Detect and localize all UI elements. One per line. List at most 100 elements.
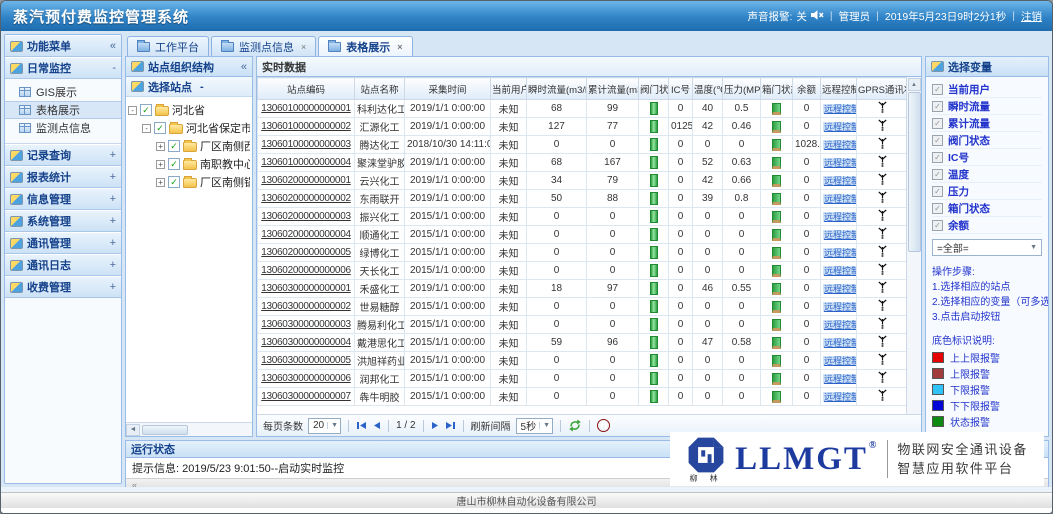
column-header[interactable]: 阀门状态 (639, 78, 669, 100)
remote-control-link[interactable]: 远程控制 (823, 266, 857, 276)
checkbox-checked-icon[interactable]: ✓ (932, 203, 943, 214)
variable-checkbox-row[interactable]: ✓ 压力 (932, 183, 1042, 200)
remote-control-link[interactable]: 远程控制 (823, 248, 857, 258)
tree-expander-icon[interactable]: - (128, 106, 137, 115)
refresh-interval-select[interactable]: 5秒 ▼ (516, 418, 554, 434)
checkbox-checked-icon[interactable]: ✓ (932, 101, 943, 112)
station-code-link[interactable]: 13060300000000003 (258, 316, 355, 334)
column-header[interactable]: 采集时间 (405, 78, 491, 100)
tree-expander-icon[interactable]: + (156, 178, 165, 187)
per-page-select[interactable]: 20 ▼ (308, 418, 341, 434)
tree-checkbox[interactable]: ✓ (154, 122, 166, 134)
checkbox-checked-icon[interactable]: ✓ (932, 169, 943, 180)
next-page-button[interactable] (431, 421, 440, 430)
tree-expander-icon[interactable]: - (142, 124, 151, 133)
variable-checkbox-row[interactable]: ✓ 累计流量 (932, 115, 1042, 132)
station-code-link[interactable]: 13060300000000004 (258, 334, 355, 352)
remote-control-link[interactable]: 远程控制 (823, 122, 857, 132)
column-header[interactable]: 远程控制 (821, 78, 857, 100)
station-code-link[interactable]: 13060100000000002 (258, 118, 355, 136)
scroll-up-icon[interactable]: ▲ (908, 78, 921, 91)
column-header[interactable]: 余额 (793, 78, 821, 100)
remote-control-link[interactable]: 远程控制 (823, 302, 857, 312)
column-header[interactable]: 当前用户 (491, 78, 527, 100)
remote-control-link[interactable]: 远程控制 (823, 212, 857, 222)
filter-select[interactable]: =全部= ▼ (932, 239, 1042, 256)
station-code-link[interactable]: 13060100000000003 (258, 136, 355, 154)
remote-control-link[interactable]: 远程控制 (823, 374, 857, 384)
station-code-link[interactable]: 13060200000000001 (258, 172, 355, 190)
tree-node-group[interactable]: + ✓ 厂区南侧锅炉汽包 (128, 173, 250, 191)
station-code-link[interactable]: 13060200000000005 (258, 244, 355, 262)
sidebar-section[interactable]: 通讯管理 + (5, 232, 121, 254)
tree-horizontal-scrollbar[interactable]: ◄ (126, 422, 252, 436)
tab-close-icon[interactable]: × (397, 42, 402, 52)
variable-checkbox-row[interactable]: ✓ 余额 (932, 217, 1042, 234)
column-header[interactable]: 站点编码 (258, 78, 355, 100)
variable-checkbox-row[interactable]: ✓ IC号 (932, 149, 1042, 166)
section-expand-icon[interactable]: + (110, 237, 116, 249)
sidebar-section[interactable]: 报表统计 + (5, 166, 121, 188)
station-code-link[interactable]: 13060200000000003 (258, 208, 355, 226)
column-header[interactable]: 站点名称 (355, 78, 405, 100)
column-header[interactable]: 压力(MPa) (723, 78, 761, 100)
sidebar-collapse-icon[interactable]: « (110, 40, 116, 52)
remote-control-link[interactable]: 远程控制 (823, 284, 857, 294)
section-expand-icon[interactable]: + (110, 281, 116, 293)
tree-node-group[interactable]: + ✓ 南职教中心汽包 (128, 155, 250, 173)
column-header[interactable]: 温度(℃) (693, 78, 723, 100)
section-expand-icon[interactable]: + (110, 171, 116, 183)
remote-control-link[interactable]: 远程控制 (823, 230, 857, 240)
variable-checkbox-row[interactable]: ✓ 瞬时流量 (932, 98, 1042, 115)
remote-control-link[interactable]: 远程控制 (823, 338, 857, 348)
select-station-header[interactable]: 选择站点 - (126, 77, 252, 97)
station-code-link[interactable]: 13060200000000004 (258, 226, 355, 244)
station-code-link[interactable]: 13060200000000002 (258, 190, 355, 208)
first-page-button[interactable] (356, 421, 367, 430)
column-header[interactable]: 累计流量(m3) (587, 78, 639, 100)
tree-node-city[interactable]: - ✓ 河北省保定市 (128, 119, 250, 137)
variable-checkbox-row[interactable]: ✓ 箱门状态 (932, 200, 1042, 217)
last-page-button[interactable] (445, 421, 456, 430)
sidebar-section[interactable]: 通讯日志 + (5, 254, 121, 276)
station-code-link[interactable]: 13060100000000004 (258, 154, 355, 172)
prev-page-button[interactable] (372, 421, 381, 430)
logout-link[interactable]: 注销 (1021, 9, 1042, 24)
remote-control-link[interactable]: 远程控制 (823, 176, 857, 186)
checkbox-checked-icon[interactable]: ✓ (932, 152, 943, 163)
tree-checkbox[interactable]: ✓ (168, 158, 180, 170)
pause-button[interactable] (597, 419, 610, 432)
sidebar-section[interactable]: 记录查询 + (5, 144, 121, 166)
sidebar-section-daily-monitor[interactable]: 日常监控 - (5, 57, 121, 79)
tree-checkbox[interactable]: ✓ (168, 140, 180, 152)
remote-control-link[interactable]: 远程控制 (823, 356, 857, 366)
station-code-link[interactable]: 13060100000000001 (258, 100, 355, 118)
remote-control-link[interactable]: 远程控制 (823, 392, 857, 402)
refresh-icon[interactable] (568, 419, 582, 432)
scroll-left-icon[interactable]: ◄ (126, 424, 140, 436)
tree-expander-icon[interactable]: + (156, 160, 165, 169)
remote-control-link[interactable]: 远程控制 (823, 104, 857, 114)
section-expand-icon[interactable]: + (110, 193, 116, 205)
column-header[interactable]: IC号 (669, 78, 693, 100)
tab[interactable]: 工作平台 × (127, 36, 209, 57)
column-header[interactable]: 瞬时流量(m3/h) (527, 78, 587, 100)
station-code-link[interactable]: 13060300000000005 (258, 352, 355, 370)
sidebar-section[interactable]: 系统管理 + (5, 210, 121, 232)
remote-control-link[interactable]: 远程控制 (823, 158, 857, 168)
station-code-link[interactable]: 13060300000000007 (258, 388, 355, 406)
station-code-link[interactable]: 13060300000000002 (258, 298, 355, 316)
column-header[interactable]: GPRS通讯状态 (857, 78, 907, 100)
sidebar-section[interactable]: 信息管理 + (5, 188, 121, 210)
variable-checkbox-row[interactable]: ✓ 阀门状态 (932, 132, 1042, 149)
sidebar-menu-item[interactable]: 监测点信息 (5, 119, 121, 137)
checkbox-checked-icon[interactable]: ✓ (932, 84, 943, 95)
scrollbar-thumb[interactable] (908, 92, 921, 252)
tree-checkbox[interactable]: ✓ (168, 176, 180, 188)
sidebar-header[interactable]: 功能菜单 « (5, 35, 121, 57)
section-expand-icon[interactable]: + (110, 215, 116, 227)
speaker-muted-icon[interactable] (811, 10, 824, 23)
sidebar-menu-item[interactable]: GIS展示 (5, 83, 121, 101)
tree-expander-icon[interactable]: + (156, 142, 165, 151)
tab[interactable]: 表格展示 × (318, 36, 412, 57)
